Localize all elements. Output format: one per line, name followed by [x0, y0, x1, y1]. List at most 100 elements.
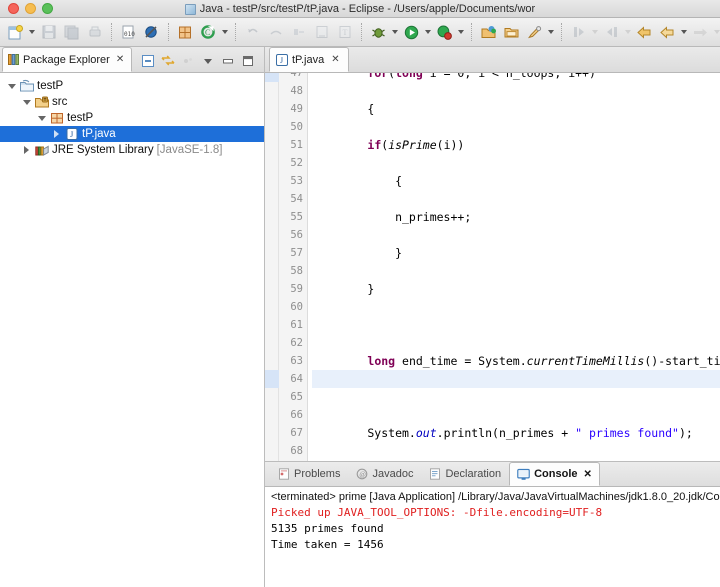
build-all-icon[interactable]: 010 — [118, 22, 139, 43]
code-line[interactable]: System.out.println(n_primes + " primes f… — [312, 424, 720, 442]
source-code[interactable]: for(long i = 0; i < n_loops; i++) { if(i… — [308, 73, 720, 461]
focus-on-active-task-icon[interactable] — [179, 52, 196, 69]
package-explorer-icon — [8, 54, 19, 65]
tab-javadoc[interactable]: @ Javadoc — [348, 462, 421, 486]
twisty-expanded-icon[interactable] — [21, 99, 32, 105]
new-java-project-icon[interactable] — [478, 22, 499, 43]
print-icon[interactable] — [84, 22, 105, 43]
twisty-collapsed-icon[interactable] — [21, 146, 32, 154]
previous-annotation-icon[interactable] — [601, 22, 622, 43]
java-file-icon: J — [276, 53, 288, 66]
project-tree[interactable]: testP src testP JtP.java JRE System Library … — [0, 73, 264, 587]
code-line[interactable]: n_primes++; — [312, 208, 720, 226]
code-line[interactable] — [312, 82, 720, 100]
console-icon — [517, 468, 530, 481]
open-folder-icon[interactable] — [501, 22, 522, 43]
code-line[interactable] — [312, 388, 720, 406]
code-line[interactable]: long end_time = System.currentTimeMillis… — [312, 352, 720, 370]
debug-icon[interactable] — [368, 22, 389, 43]
zoom-button[interactable] — [42, 3, 53, 14]
close-icon[interactable]: ✕ — [584, 469, 592, 480]
forward-icon[interactable] — [657, 22, 678, 43]
previous-annotation-dropdown[interactable] — [623, 22, 632, 43]
toggle-breakpoint-icon[interactable] — [141, 22, 162, 43]
tree-item-src[interactable]: src — [0, 94, 264, 110]
close-icon[interactable]: ✕ — [331, 54, 339, 65]
tab-problems[interactable]: Problems — [270, 462, 348, 486]
tree-item-tp-java[interactable]: JtP.java — [0, 126, 264, 142]
new-java-class-dropdown[interactable] — [220, 22, 229, 43]
problems-icon — [278, 468, 290, 480]
tab-declaration[interactable]: Declaration — [421, 462, 509, 486]
code-line[interactable]: { — [312, 172, 720, 190]
debug-dropdown[interactable] — [390, 22, 399, 43]
redo-icon[interactable] — [265, 22, 286, 43]
code-line[interactable] — [312, 118, 720, 136]
code-line[interactable] — [312, 298, 720, 316]
tab-package-explorer[interactable]: Package Explorer ✕ — [2, 47, 133, 72]
code-line[interactable] — [312, 316, 720, 334]
tab-console[interactable]: Console ✕ — [509, 462, 600, 486]
new-java-class-icon[interactable]: C — [198, 22, 219, 43]
open-type-icon[interactable] — [311, 22, 332, 43]
run-icon[interactable] — [401, 22, 422, 43]
close-button[interactable] — [8, 3, 19, 14]
save-icon[interactable] — [38, 22, 59, 43]
search-icon[interactable] — [524, 22, 545, 43]
code-editor[interactable]: 47 48 49 50 51 52 53 54 55 56 57 58 59 60 61 62 63 64 65 66… — [265, 73, 720, 462]
new-wizard-icon[interactable] — [5, 22, 26, 43]
code-token: System. — [312, 426, 416, 440]
open-task-icon[interactable]: T — [334, 22, 355, 43]
code-line[interactable] — [312, 154, 720, 172]
run-dropdown[interactable] — [423, 22, 432, 43]
console-tab-label: Declaration — [445, 468, 502, 480]
refactor-icon[interactable] — [288, 22, 309, 43]
code-line[interactable] — [312, 334, 720, 352]
undo-icon[interactable] — [242, 22, 263, 43]
tab-tp-java[interactable]: J tP.java ✕ — [269, 47, 349, 72]
back-icon[interactable] — [634, 22, 655, 43]
new-java-package-icon[interactable] — [175, 22, 196, 43]
forward-history-icon[interactable] — [690, 22, 711, 43]
tree-item-jre-system-library[interactable]: JRE System Library [JavaSE-1.8] — [0, 142, 264, 158]
code-line[interactable]: if(isPrime(i)) — [312, 136, 720, 154]
new-wizard-dropdown[interactable] — [27, 22, 36, 43]
profile-icon[interactable] — [434, 22, 455, 43]
code-line[interactable]: for(long i = 0; i < n_loops; i++) — [312, 73, 720, 82]
window-controls — [0, 3, 53, 14]
tree-item-sublabel: [JavaSE-1.8] — [156, 144, 223, 156]
tree-item-testp[interactable]: testP — [0, 110, 264, 126]
marker-bar[interactable] — [265, 73, 279, 461]
forward-dropdown[interactable] — [679, 22, 688, 43]
code-line[interactable] — [312, 442, 720, 460]
svg-text:010: 010 — [124, 31, 135, 38]
tree-item-testp[interactable]: testP — [0, 78, 264, 94]
twisty-collapsed-icon[interactable] — [51, 130, 62, 138]
code-line[interactable]: { — [312, 100, 720, 118]
forward-history-dropdown[interactable] — [712, 22, 720, 43]
code-line[interactable] — [312, 370, 720, 388]
code-line[interactable]: System.out.println("Time taken = " + end… — [312, 460, 720, 461]
twisty-expanded-icon[interactable] — [36, 115, 47, 121]
code-line[interactable] — [312, 262, 720, 280]
code-line[interactable] — [312, 190, 720, 208]
collapse-all-icon[interactable] — [139, 52, 156, 69]
close-icon[interactable]: ✕ — [116, 54, 124, 65]
twisty-expanded-icon[interactable] — [6, 83, 17, 89]
profile-dropdown[interactable] — [456, 22, 465, 43]
minimize-button[interactable] — [25, 3, 36, 14]
code-line[interactable]: } — [312, 244, 720, 262]
code-token: " primes found" — [575, 426, 679, 440]
save-all-icon[interactable] — [61, 22, 82, 43]
maximize-icon[interactable] — [239, 52, 256, 69]
search-dropdown[interactable] — [546, 22, 555, 43]
code-line[interactable] — [312, 226, 720, 244]
code-line[interactable] — [312, 406, 720, 424]
console-output[interactable]: <terminated> prime [Java Application] /L… — [265, 487, 720, 587]
next-annotation-icon[interactable] — [568, 22, 589, 43]
code-line[interactable]: } — [312, 280, 720, 298]
view-menu-icon[interactable] — [199, 52, 216, 69]
link-with-editor-icon[interactable] — [159, 52, 176, 69]
minimize-icon[interactable] — [219, 52, 236, 69]
next-annotation-dropdown[interactable] — [590, 22, 599, 43]
